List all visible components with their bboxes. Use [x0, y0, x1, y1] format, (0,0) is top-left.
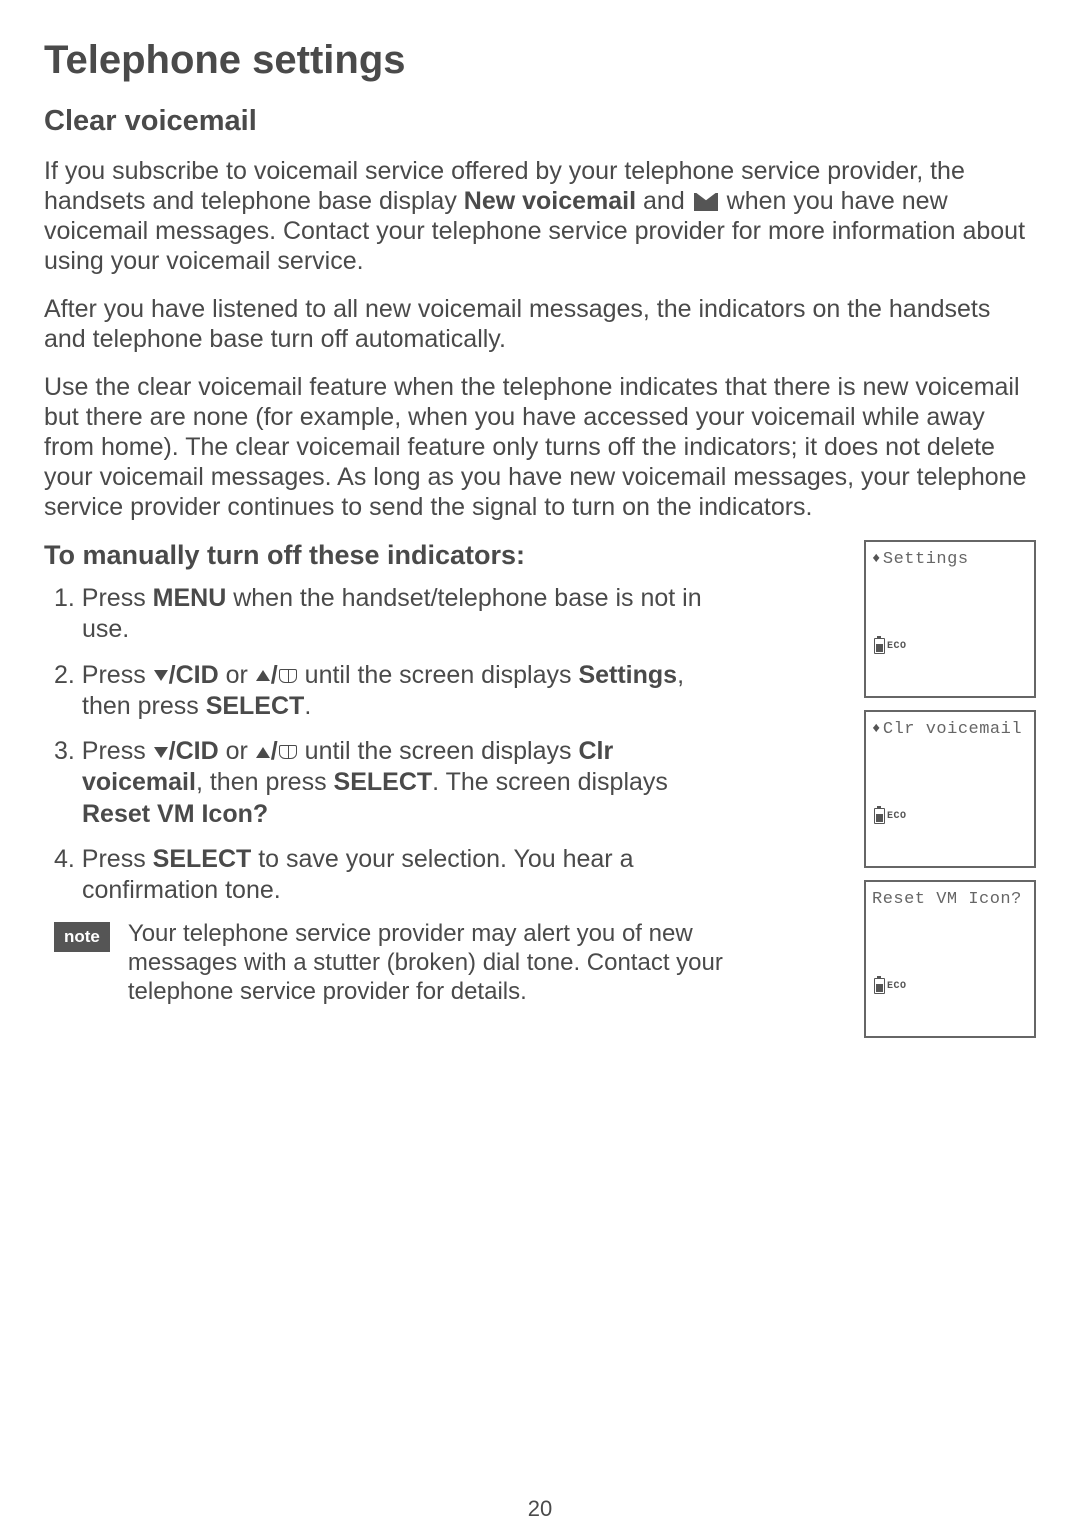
up-down-arrow-icon: ♦ [872, 722, 881, 736]
para1-mid: and [636, 187, 692, 215]
eco-label: ECO [887, 981, 907, 992]
envelope-icon [694, 193, 718, 211]
step-text: until the screen displays [298, 661, 579, 689]
step-text: or [219, 737, 255, 765]
select-key: SELECT [153, 845, 252, 873]
step-text: . [304, 692, 311, 720]
paragraph-1: If you subscribe to voicemail service of… [44, 156, 1036, 276]
cid-key: /CID [169, 737, 219, 765]
note-block: note Your telephone service provider may… [44, 920, 732, 1006]
screen-line: ♦Clr voicemail [872, 720, 1028, 739]
down-arrow-icon [154, 670, 168, 681]
slash: / [271, 737, 278, 765]
screen-text: Clr voicemail [883, 720, 1022, 739]
paragraph-3: Use the clear voicemail feature when the… [44, 372, 1036, 522]
step-2: 2. Press /CID or / until the screen disp… [54, 660, 732, 723]
step-text: until the screen displays [298, 737, 579, 765]
step-4: 4. Press SELECT to save your selection. … [54, 844, 732, 907]
directory-icon [279, 745, 297, 759]
step-1: 1. Press MENU when the handset/telephone… [54, 583, 732, 646]
step-text: Press [82, 661, 153, 689]
screen-status-icons: ECO [874, 808, 907, 824]
step-3: 3. Press /CID or / until the screen disp… [54, 736, 732, 830]
note-text: Your telephone service provider may aler… [128, 920, 732, 1006]
eco-label: ECO [887, 641, 907, 652]
up-arrow-icon [256, 670, 270, 681]
screen-clr-voicemail: ♦Clr voicemail ECO [864, 710, 1036, 868]
step-text: or [219, 661, 255, 689]
screen-status-icons: ECO [874, 638, 907, 654]
screen-text: Reset VM Icon? [872, 890, 1022, 909]
screen-line: ♦Settings [872, 550, 1028, 569]
step-text: , then press [196, 768, 334, 796]
down-arrow-icon [154, 747, 168, 758]
step-text: Press [82, 584, 153, 612]
battery-icon [874, 808, 885, 824]
slash: / [271, 661, 278, 689]
select-key: SELECT [206, 692, 305, 720]
battery-icon [874, 978, 885, 994]
directory-icon [279, 669, 297, 683]
step-num: 4. [54, 845, 82, 873]
screen-line: Reset VM Icon? [872, 890, 1028, 909]
instructions-title: To manually turn off these indicators: [44, 540, 732, 571]
page-number: 20 [0, 1496, 1080, 1522]
screen-previews: ♦Settings ECO ♦Clr voicemail ECO Reset V… [864, 540, 1036, 1050]
new-voicemail-label: New voicemail [464, 187, 636, 215]
menu-key: MENU [153, 584, 227, 612]
up-arrow-icon [256, 747, 270, 758]
step-text: . The screen displays [432, 768, 668, 796]
step-num: 2. [54, 661, 82, 689]
step-text: Press [82, 737, 153, 765]
step-num: 1. [54, 584, 82, 612]
paragraph-2: After you have listened to all new voice… [44, 294, 1036, 354]
eco-label: ECO [887, 811, 907, 822]
page-title: Telephone settings [44, 38, 1036, 83]
section-title: Clear voicemail [44, 105, 1036, 138]
steps-list: 1. Press MENU when the handset/telephone… [44, 583, 732, 906]
step-text: Press [82, 845, 153, 873]
screen-status-icons: ECO [874, 978, 907, 994]
screen-settings: ♦Settings ECO [864, 540, 1036, 698]
screen-text: Settings [883, 550, 969, 569]
settings-label: Settings [578, 661, 677, 689]
note-label: note [54, 922, 110, 952]
cid-key: /CID [169, 661, 219, 689]
step-num: 3. [54, 737, 82, 765]
screen-reset-vm: Reset VM Icon? ECO [864, 880, 1036, 1038]
reset-vm-label: Reset VM Icon? [82, 800, 268, 828]
battery-icon [874, 638, 885, 654]
up-down-arrow-icon: ♦ [872, 552, 881, 566]
select-key: SELECT [334, 768, 433, 796]
